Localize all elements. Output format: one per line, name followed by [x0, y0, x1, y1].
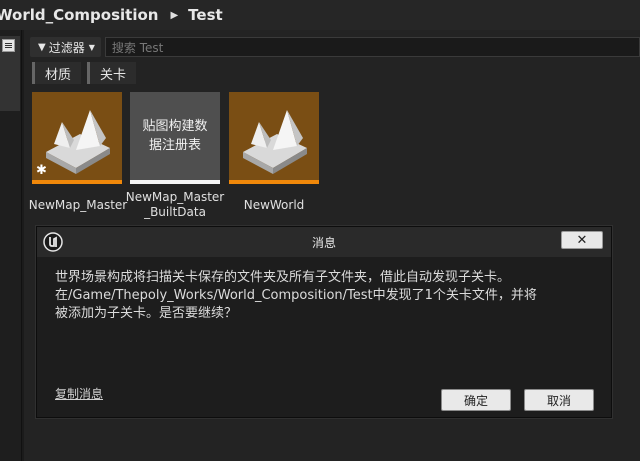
dialog-title-bar[interactable]: 消息 ✕ [37, 227, 611, 257]
dialog-title: 消息 [311, 235, 336, 250]
dialog-message: 世界场景构成将扫描关卡保存的文件夹及所有子文件夹，借此自动发现子关卡。 在/Ga… [55, 269, 605, 323]
message-line: 在/Game/Thepoly_Works/World_Composition/T… [55, 288, 537, 303]
filter-chip-material[interactable]: 材质 [32, 62, 82, 84]
asset-type-bar [229, 180, 319, 184]
asset-tile[interactable]: 贴图构建数 据注册表 [130, 92, 220, 184]
thumbnail-text-line2: 据注册表 [148, 138, 201, 153]
unreal-logo-icon [43, 232, 63, 252]
close-icon: ✕ [576, 232, 588, 248]
funnel-icon: ▼ [38, 41, 46, 53]
asset-name: NewMap_Master [28, 198, 128, 212]
asset-type-bar [32, 180, 122, 184]
breadcrumb: World_Composition ▶ Test [0, 0, 640, 30]
message-dialog: 消息 ✕ 世界场景构成将扫描关卡保存的文件夹及所有子文件夹，借此自动发现子关卡。… [36, 226, 612, 418]
data-thumbnail: 贴图构建数 据注册表 [130, 92, 220, 180]
search-input[interactable]: 搜索 Test [104, 37, 640, 57]
message-line: 世界场景构成将扫描关卡保存的文件夹及所有子文件夹，借此自动发现子关卡。 [55, 270, 511, 285]
message-line: 被添加为子关卡。是否要继续？ [55, 306, 238, 321]
cancel-button[interactable]: 取消 [524, 389, 594, 411]
asset-name-line2: _BuiltData [144, 205, 206, 219]
left-panel [0, 30, 22, 461]
asset-tile[interactable] [229, 92, 319, 184]
level-thumbnail: ✱ [32, 92, 122, 180]
breadcrumb-item-world-composition[interactable]: World_Composition [0, 6, 158, 24]
asset-name-line1: NewMap_Master [125, 190, 225, 204]
asset-tile[interactable]: ✱ [32, 92, 122, 184]
filters-label: 过滤器 [48, 40, 85, 55]
breadcrumb-item-test[interactable]: Test [188, 6, 223, 24]
filters-button[interactable]: ▼ 过滤器 ▼ [30, 37, 101, 57]
asset-name: NewWorld [243, 198, 305, 212]
filter-chips: 材质 关卡 [32, 62, 137, 84]
chevron-down-icon: ▼ [88, 42, 95, 52]
thumbnail-text-line1: 贴图构建数 [142, 119, 208, 134]
level-icon [243, 110, 307, 174]
ok-button[interactable]: 确定 [441, 389, 511, 411]
modified-star-icon: ✱ [36, 163, 47, 178]
asset-type-bar [130, 180, 220, 184]
close-button[interactable]: ✕ [561, 231, 603, 249]
search-placeholder: 搜索 Test [111, 40, 164, 55]
breadcrumb-separator-icon[interactable]: ▶ [170, 10, 178, 21]
list-view-icon[interactable] [2, 39, 15, 52]
filter-chip-level[interactable]: 关卡 [87, 62, 137, 84]
level-thumbnail [229, 92, 319, 180]
filter-bar: ▼ 过滤器 ▼ 搜索 Test [30, 36, 640, 58]
asset-name: NewMap_Master _BuiltData [125, 190, 225, 220]
copy-message-link[interactable]: 复制消息 [55, 385, 103, 402]
